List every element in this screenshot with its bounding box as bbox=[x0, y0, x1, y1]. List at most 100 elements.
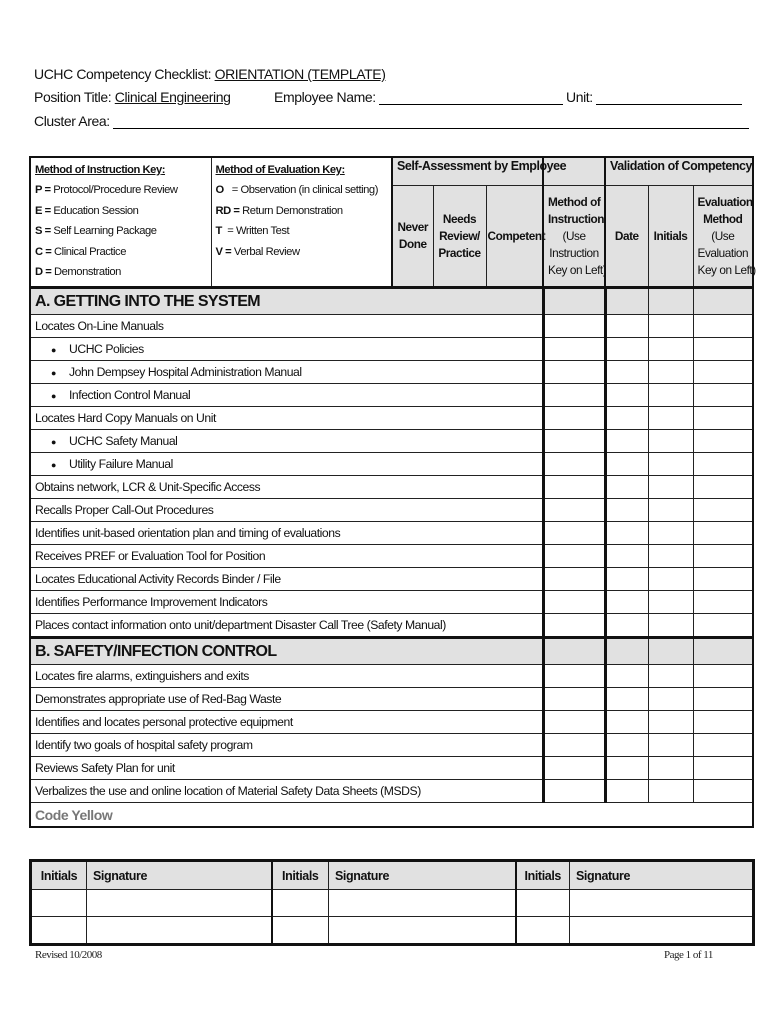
date-cell[interactable] bbox=[603, 779, 649, 803]
date-cell[interactable] bbox=[603, 613, 649, 638]
evaluation-method-cell[interactable] bbox=[692, 406, 754, 430]
evaluation-method-cell[interactable] bbox=[692, 314, 754, 338]
initials-cell[interactable] bbox=[647, 498, 694, 522]
evaluation-method-cell[interactable] bbox=[692, 779, 754, 803]
instruction-key-item: D = Demonstration bbox=[35, 266, 121, 279]
method-of-instruction-cell[interactable] bbox=[541, 567, 606, 591]
evaluation-method-cell[interactable] bbox=[692, 383, 754, 407]
signature-cell[interactable] bbox=[86, 889, 272, 917]
date-cell[interactable] bbox=[603, 475, 649, 499]
date-cell[interactable] bbox=[603, 337, 649, 361]
initials-cell[interactable] bbox=[647, 710, 694, 734]
date-cell[interactable] bbox=[603, 314, 649, 338]
initials-cell[interactable] bbox=[647, 756, 694, 780]
evaluation-method-cell[interactable] bbox=[692, 710, 754, 734]
date-cell[interactable] bbox=[603, 360, 649, 384]
evaluation-method-cell[interactable] bbox=[692, 521, 754, 545]
date-cell[interactable] bbox=[603, 498, 649, 522]
method-of-instruction-cell[interactable] bbox=[541, 475, 606, 499]
method-of-instruction-cell[interactable] bbox=[541, 664, 606, 688]
date-cell[interactable] bbox=[603, 521, 649, 545]
date-cell[interactable] bbox=[603, 383, 649, 407]
evaluation-method-cell[interactable] bbox=[692, 544, 754, 568]
date-cell[interactable] bbox=[603, 756, 649, 780]
initials-cell[interactable] bbox=[647, 521, 694, 545]
date-cell[interactable] bbox=[603, 452, 649, 476]
date-cell[interactable] bbox=[603, 687, 649, 711]
method-of-instruction-cell[interactable] bbox=[541, 710, 606, 734]
evaluation-method-cell[interactable] bbox=[692, 337, 754, 361]
signature-table: Initials Signature Initials Signature In… bbox=[29, 859, 755, 946]
initials-cell[interactable] bbox=[647, 687, 694, 711]
signature-cell[interactable] bbox=[328, 916, 516, 945]
date-cell[interactable] bbox=[603, 664, 649, 688]
signature-cell[interactable] bbox=[86, 916, 272, 945]
method-of-instruction-cell[interactable] bbox=[541, 314, 606, 338]
initials-cell[interactable] bbox=[30, 889, 87, 917]
bullet-icon: ● bbox=[51, 459, 56, 470]
initials-cell[interactable] bbox=[647, 406, 694, 430]
method-of-instruction-cell[interactable] bbox=[541, 733, 606, 757]
signature-cell[interactable] bbox=[569, 916, 754, 945]
date-cell[interactable] bbox=[603, 733, 649, 757]
date-cell[interactable] bbox=[603, 590, 649, 614]
evaluation-method-cell[interactable] bbox=[692, 452, 754, 476]
method-of-instruction-cell[interactable] bbox=[541, 687, 606, 711]
initials-cell[interactable] bbox=[647, 337, 694, 361]
initials-cell[interactable] bbox=[270, 889, 329, 917]
initials-cell[interactable] bbox=[647, 314, 694, 338]
method-of-instruction-cell[interactable] bbox=[541, 498, 606, 522]
initials-cell[interactable] bbox=[647, 567, 694, 591]
initials-cell[interactable] bbox=[647, 779, 694, 803]
method-of-instruction-cell[interactable] bbox=[541, 544, 606, 568]
date-cell[interactable] bbox=[603, 406, 649, 430]
date-cell[interactable] bbox=[603, 544, 649, 568]
initials-cell[interactable] bbox=[647, 475, 694, 499]
initials-cell[interactable] bbox=[647, 360, 694, 384]
initials-cell[interactable] bbox=[514, 889, 570, 917]
method-of-instruction-cell[interactable] bbox=[541, 613, 606, 638]
signature-cell[interactable] bbox=[328, 889, 516, 917]
initials-header: Initials bbox=[30, 860, 87, 890]
initials-cell[interactable] bbox=[514, 916, 570, 945]
method-of-instruction-cell[interactable] bbox=[541, 429, 606, 453]
initials-cell[interactable] bbox=[647, 613, 694, 638]
date-cell[interactable] bbox=[603, 429, 649, 453]
evaluation-method-cell[interactable] bbox=[692, 687, 754, 711]
method-of-instruction-cell[interactable] bbox=[541, 521, 606, 545]
method-of-instruction-cell[interactable] bbox=[541, 590, 606, 614]
date-cell[interactable] bbox=[603, 567, 649, 591]
initials-cell[interactable] bbox=[647, 429, 694, 453]
method-of-instruction-cell[interactable] bbox=[541, 452, 606, 476]
initials-cell[interactable] bbox=[30, 916, 87, 945]
initials-cell[interactable] bbox=[270, 916, 329, 945]
employee-name-field[interactable] bbox=[379, 91, 564, 105]
method-of-instruction-cell[interactable] bbox=[541, 779, 606, 803]
unit-field[interactable] bbox=[596, 91, 743, 105]
evaluation-method-cell[interactable] bbox=[692, 360, 754, 384]
evaluation-method-cell[interactable] bbox=[692, 498, 754, 522]
initials-cell[interactable] bbox=[647, 733, 694, 757]
evaluation-method-cell[interactable] bbox=[692, 590, 754, 614]
evaluation-method-cell[interactable] bbox=[692, 664, 754, 688]
initials-cell[interactable] bbox=[647, 590, 694, 614]
evaluation-method-cell[interactable] bbox=[692, 733, 754, 757]
signature-cell[interactable] bbox=[569, 889, 754, 917]
cluster-area-field[interactable] bbox=[113, 115, 750, 129]
method-of-instruction-cell[interactable] bbox=[541, 406, 606, 430]
evaluation-method-cell[interactable] bbox=[692, 613, 754, 638]
initials-cell[interactable] bbox=[647, 664, 694, 688]
evaluation-method-cell[interactable] bbox=[692, 429, 754, 453]
initials-cell[interactable] bbox=[647, 544, 694, 568]
initials-cell[interactable] bbox=[647, 452, 694, 476]
method-of-instruction-cell[interactable] bbox=[541, 360, 606, 384]
method-of-instruction-cell[interactable] bbox=[541, 337, 606, 361]
evaluation-method-cell[interactable] bbox=[692, 475, 754, 499]
date-cell[interactable] bbox=[603, 710, 649, 734]
initials-cell[interactable] bbox=[647, 383, 694, 407]
evaluation-method-cell[interactable] bbox=[692, 567, 754, 591]
evaluation-method-cell[interactable] bbox=[692, 756, 754, 780]
method-of-instruction-cell[interactable] bbox=[541, 756, 606, 780]
checklist-item: Demonstrates appropriate use of Red-Bag … bbox=[29, 687, 544, 711]
method-of-instruction-cell[interactable] bbox=[541, 383, 606, 407]
